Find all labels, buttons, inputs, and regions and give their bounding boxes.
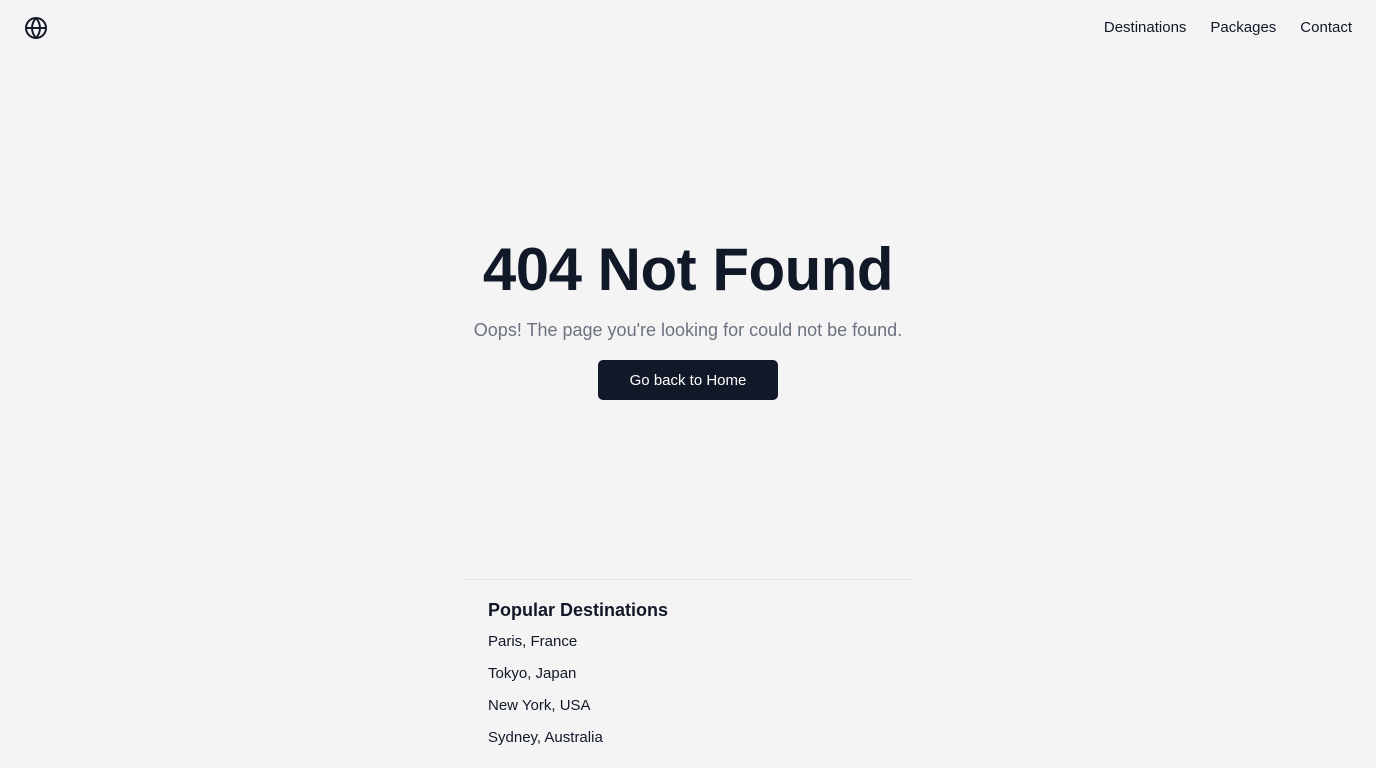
destination-item-sydney[interactable]: Sydney, Australia <box>488 728 908 748</box>
not-found-section: 404 Not Found Oops! The page you're look… <box>0 234 1376 400</box>
section-divider <box>464 579 912 580</box>
top-bar: Destinations Packages Contact <box>0 0 1376 56</box>
go-home-button[interactable]: Go back to Home <box>598 360 778 400</box>
popular-destinations-heading: Popular Destinations <box>488 600 669 620</box>
popular-destinations: Popular Destinations Paris, France Tokyo… <box>488 598 908 760</box>
error-message: Oops! The page you're looking for could … <box>473 320 903 340</box>
destination-item-tokyo[interactable]: Tokyo, Japan <box>488 664 908 684</box>
nav-link-contact[interactable]: Contact <box>1300 18 1352 38</box>
main-nav: Destinations Packages Contact <box>1104 18 1352 38</box>
page-title: 404 Not Found <box>482 236 894 303</box>
nav-link-destinations[interactable]: Destinations <box>1104 18 1187 38</box>
nav-link-packages[interactable]: Packages <box>1210 18 1276 38</box>
destination-list: Paris, France Tokyo, Japan New York, USA… <box>488 632 908 748</box>
destination-item-new-york[interactable]: New York, USA <box>488 696 908 716</box>
globe-icon[interactable] <box>24 16 48 40</box>
destination-item-paris[interactable]: Paris, France <box>488 632 908 652</box>
